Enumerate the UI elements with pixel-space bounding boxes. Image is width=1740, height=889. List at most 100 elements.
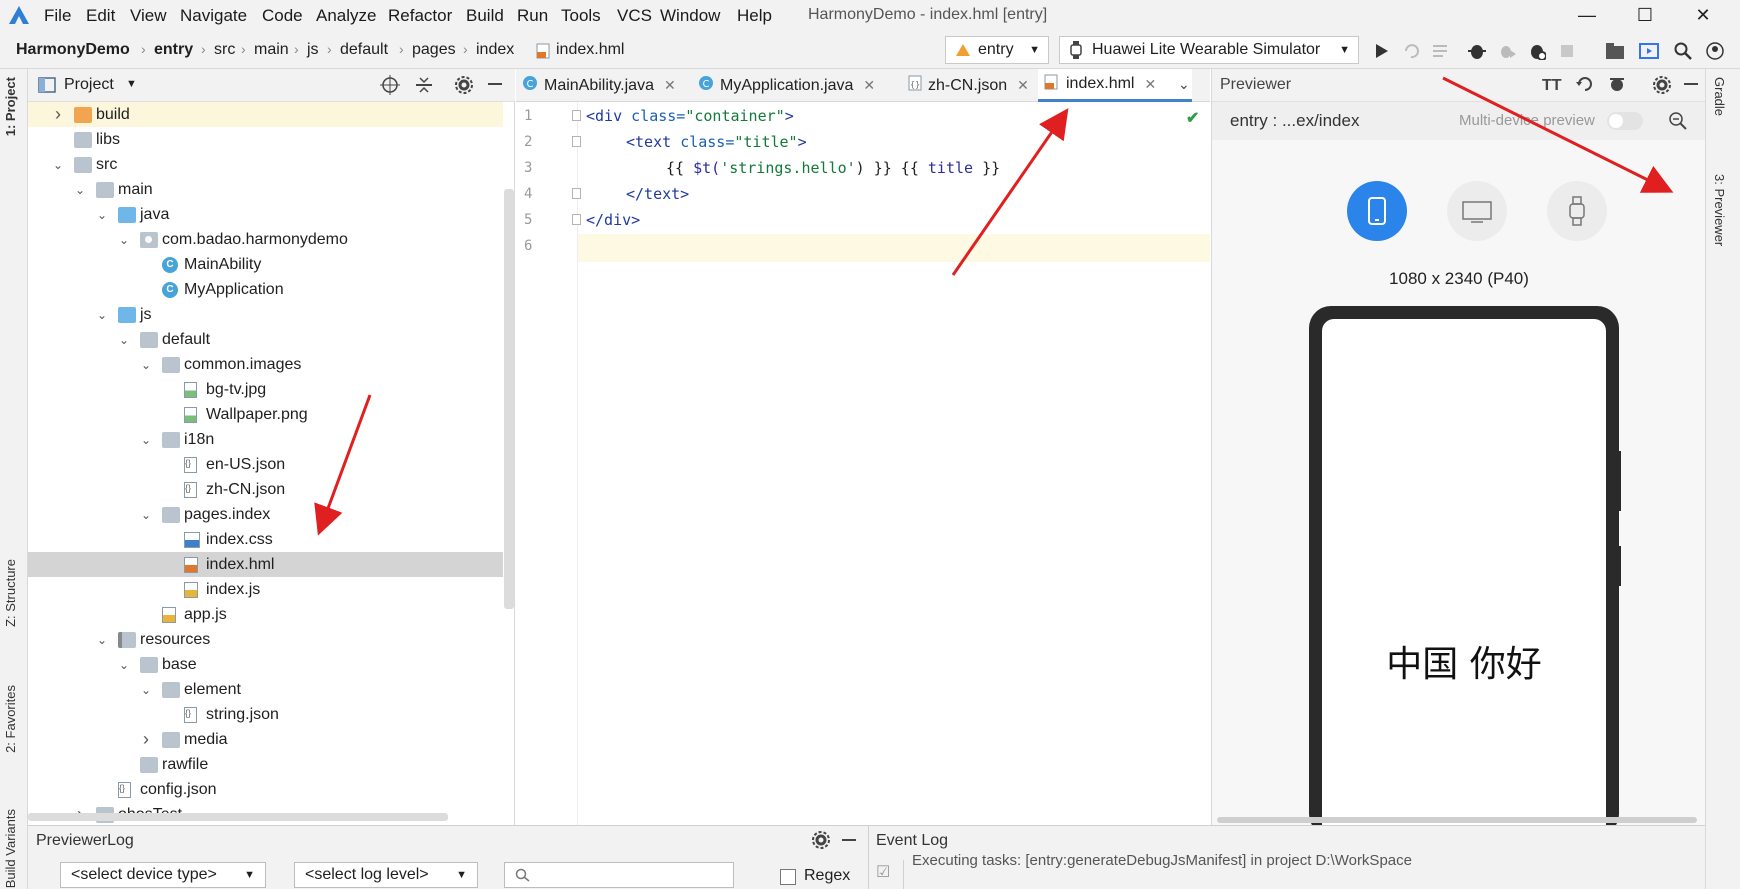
chevron-down-icon[interactable]: ⌄ bbox=[96, 308, 108, 322]
tree-item-bg-tv-jpg[interactable]: bg-tv.jpg bbox=[28, 377, 503, 402]
tree-item-config-json[interactable]: {} config.json bbox=[28, 777, 503, 802]
tree-horizontal-scrollbar[interactable] bbox=[28, 813, 448, 821]
text-size-icon[interactable]: TT bbox=[1542, 77, 1562, 95]
fold-marker-icon[interactable] bbox=[572, 110, 581, 121]
close-window-button[interactable]: ✕ bbox=[1680, 2, 1726, 28]
editor-tab-myapplication-java[interactable]: C MyApplication.java ✕ bbox=[692, 69, 902, 102]
user-icon[interactable] bbox=[1704, 40, 1726, 62]
menu-view[interactable]: View bbox=[130, 6, 167, 26]
breadcrumb-item[interactable]: js bbox=[307, 41, 319, 59]
tree-item-index-css[interactable]: index.css bbox=[28, 527, 503, 552]
tree-item-src[interactable]: ⌄ src bbox=[28, 152, 503, 177]
chevron-down-icon[interactable]: ⌄ bbox=[74, 183, 86, 197]
device-manager-icon[interactable] bbox=[1638, 40, 1660, 62]
tool-tab-gradle[interactable]: Gradle bbox=[1712, 77, 1727, 116]
zoom-out-icon[interactable] bbox=[1668, 111, 1688, 135]
apply-changes-icon[interactable] bbox=[1430, 40, 1452, 62]
close-tab-icon[interactable]: ✕ bbox=[1144, 76, 1156, 93]
chevron-down-icon[interactable]: ⌄ bbox=[52, 158, 64, 172]
menu-refactor[interactable]: Refactor bbox=[388, 6, 452, 26]
hide-panel-icon[interactable] bbox=[842, 839, 856, 841]
phone-screen[interactable]: 中国 你好 bbox=[1322, 319, 1606, 836]
breadcrumb-item[interactable]: index.hml bbox=[556, 41, 624, 59]
tree-item-index-hml[interactable]: index.hml bbox=[28, 552, 503, 577]
menu-run[interactable]: Run bbox=[517, 6, 548, 26]
tree-item-js[interactable]: ⌄ js bbox=[28, 302, 503, 327]
breadcrumb-item[interactable]: src bbox=[214, 41, 235, 59]
tree-item-string-json[interactable]: {} string.json bbox=[28, 702, 503, 727]
previewer-scrollbar[interactable] bbox=[1217, 817, 1697, 823]
inspector-icon[interactable] bbox=[1608, 75, 1626, 97]
rerun-icon[interactable] bbox=[1400, 40, 1422, 62]
tool-tab-favorites[interactable]: 2: Favorites bbox=[3, 685, 18, 753]
maximize-button[interactable]: ☐ bbox=[1622, 2, 1668, 28]
tool-tab-structure[interactable]: Z: Structure bbox=[3, 559, 18, 627]
tool-tab-build-variants[interactable]: Build Variants bbox=[3, 809, 18, 888]
tree-scrollbar[interactable] bbox=[504, 189, 514, 609]
chevron-right-icon[interactable]: › bbox=[140, 729, 152, 749]
menu-vcs[interactable]: VCS bbox=[617, 6, 652, 26]
run-icon[interactable] bbox=[1370, 40, 1392, 62]
collapse-all-icon[interactable] bbox=[414, 75, 434, 99]
multi-device-toggle[interactable] bbox=[1607, 112, 1643, 130]
tree-item-default[interactable]: ⌄ default bbox=[28, 327, 503, 352]
minimize-button[interactable]: — bbox=[1564, 2, 1610, 28]
menu-analyze[interactable]: Analyze bbox=[316, 6, 376, 26]
breadcrumb-item[interactable]: entry bbox=[154, 41, 193, 59]
breadcrumb-item[interactable]: main bbox=[254, 41, 289, 59]
tree-item-build[interactable]: › build bbox=[28, 102, 503, 127]
device-watch-button[interactable] bbox=[1547, 181, 1607, 241]
tree-item-wallpaper-png[interactable]: Wallpaper.png bbox=[28, 402, 503, 427]
tree-item-pages-index[interactable]: ⌄ pages.index bbox=[28, 502, 503, 527]
fold-marker-icon[interactable] bbox=[572, 188, 581, 199]
menu-window[interactable]: Window bbox=[660, 6, 720, 26]
locate-icon[interactable] bbox=[380, 75, 400, 99]
code-editor[interactable]: 123456 <div class="container"> <text cla… bbox=[516, 102, 1210, 825]
log-search-input[interactable] bbox=[504, 862, 734, 888]
editor-tab-index-hml[interactable]: index.hml ✕ bbox=[1038, 69, 1192, 102]
editor-tab-zh-cn-json[interactable]: {} zh-CN.json ✕ bbox=[902, 69, 1038, 102]
tree-item-java[interactable]: ⌄ java bbox=[28, 202, 503, 227]
fold-marker-icon[interactable] bbox=[572, 214, 581, 225]
tool-tab-previewer[interactable]: 3: Previewer bbox=[1712, 174, 1727, 246]
device-phone-button[interactable] bbox=[1347, 181, 1407, 241]
menu-file[interactable]: File bbox=[44, 6, 71, 26]
tabs-overflow-chevron-icon[interactable]: ⌄ bbox=[1178, 76, 1190, 93]
fold-marker-icon[interactable] bbox=[572, 136, 581, 147]
breadcrumb-item[interactable]: default bbox=[340, 41, 388, 59]
regex-checkbox[interactable] bbox=[780, 869, 796, 885]
close-tab-icon[interactable]: ✕ bbox=[664, 77, 676, 94]
tree-item-zh-cn-json[interactable]: {} zh-CN.json bbox=[28, 477, 503, 502]
chevron-down-icon[interactable]: ▼ bbox=[126, 78, 137, 90]
tree-item-libs[interactable]: libs bbox=[28, 127, 503, 152]
tool-tab-project[interactable]: 1: Project bbox=[3, 77, 18, 136]
mark-read-icon[interactable]: ☑ bbox=[876, 862, 898, 884]
tree-item-element[interactable]: ⌄ element bbox=[28, 677, 503, 702]
close-tab-icon[interactable]: ✕ bbox=[1017, 77, 1029, 94]
device-type-select[interactable]: <select device type> ▼ bbox=[60, 862, 266, 888]
module-select[interactable]: entry ▼ bbox=[945, 36, 1049, 64]
debug-icon[interactable] bbox=[1466, 40, 1488, 62]
hide-panel-icon[interactable] bbox=[1684, 83, 1698, 85]
chevron-down-icon[interactable]: ⌄ bbox=[96, 633, 108, 647]
chevron-down-icon[interactable]: ⌄ bbox=[118, 333, 130, 347]
search-icon[interactable] bbox=[1672, 40, 1694, 62]
breadcrumb-item[interactable]: HarmonyDemo bbox=[16, 41, 130, 59]
device-select[interactable]: Huawei Lite Wearable Simulator ▼ bbox=[1059, 36, 1359, 64]
editor-tab-mainability-java[interactable]: C MainAbility.java ✕ bbox=[516, 69, 692, 102]
inspection-ok-icon[interactable]: ✔ bbox=[1186, 108, 1199, 128]
tree-item-myapplication[interactable]: C MyApplication bbox=[28, 277, 503, 302]
tree-item-common-images[interactable]: ⌄ common.images bbox=[28, 352, 503, 377]
menu-build[interactable]: Build bbox=[466, 6, 504, 26]
attach-debugger-icon[interactable] bbox=[1496, 40, 1518, 62]
menu-navigate[interactable]: Navigate bbox=[180, 6, 247, 26]
menu-tools[interactable]: Tools bbox=[561, 6, 601, 26]
close-tab-icon[interactable]: ✕ bbox=[863, 77, 875, 94]
gear-icon[interactable] bbox=[811, 830, 831, 854]
tree-item-media[interactable]: › media bbox=[28, 727, 503, 752]
breadcrumb-item[interactable]: pages bbox=[412, 41, 456, 59]
chevron-right-icon[interactable]: › bbox=[52, 104, 64, 124]
tree-item-mainability[interactable]: C MainAbility bbox=[28, 252, 503, 277]
tree-item-base[interactable]: ⌄ base bbox=[28, 652, 503, 677]
project-structure-icon[interactable] bbox=[1604, 40, 1626, 62]
